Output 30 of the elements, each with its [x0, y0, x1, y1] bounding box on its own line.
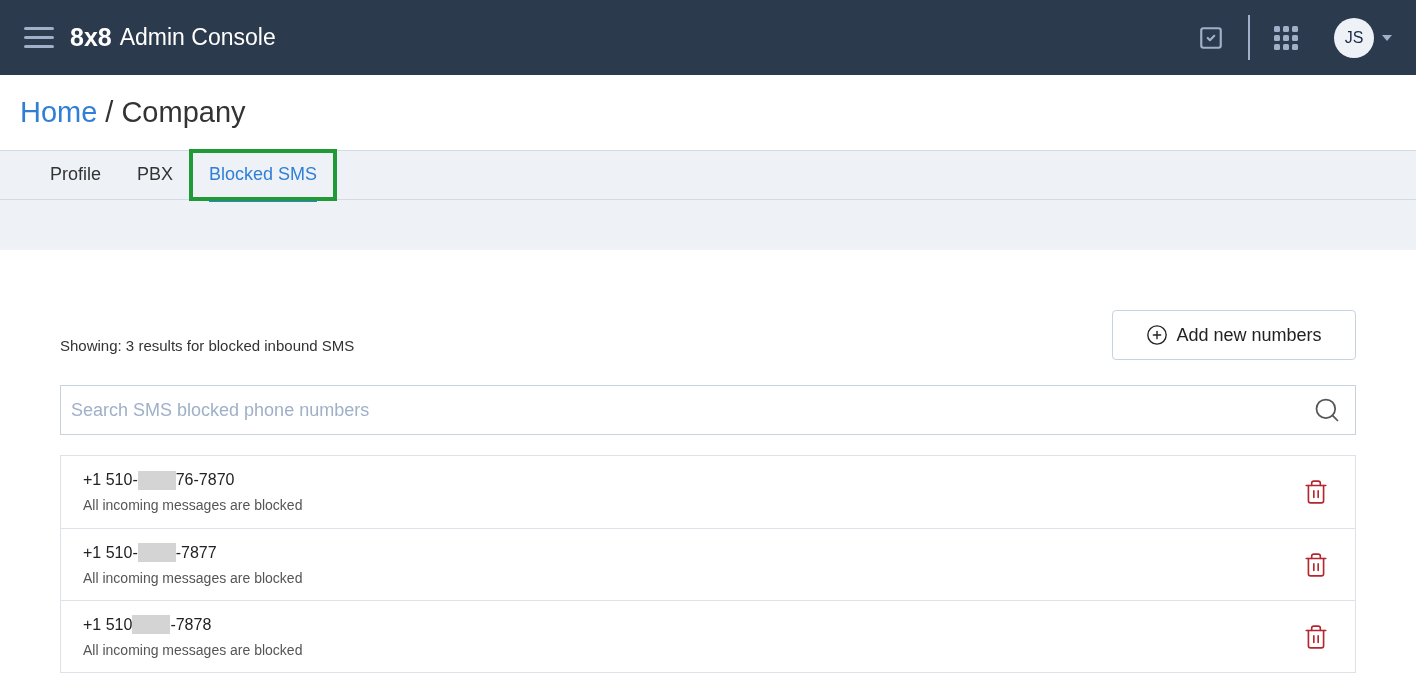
breadcrumb-link[interactable]: Home	[20, 90, 98, 135]
search-icon[interactable]	[1313, 396, 1341, 424]
phone-number-prefix: +1 510-	[83, 470, 138, 490]
app-title: Admin Console	[119, 23, 276, 53]
block-status: All incoming messages are blocked	[83, 568, 304, 588]
phone-number-suffix: -7878	[170, 614, 212, 635]
phone-number-prefix: +1 510-	[83, 542, 138, 563]
tab[interactable]: Profile	[32, 151, 120, 199]
delete-icon[interactable]	[1303, 550, 1329, 579]
phone-number-suffix: 76-7870	[175, 470, 235, 490]
breadcrumb-current: Company	[121, 94, 246, 130]
logo: 8x8	[70, 21, 112, 53]
add-numbers-button[interactable]: Add new numbers	[1112, 310, 1356, 360]
breadcrumb-separator: /	[105, 94, 114, 130]
phone-number-suffix: -7877	[175, 542, 217, 563]
search-field[interactable]: Search SMS blocked phone numbers	[60, 385, 1356, 435]
dropdown-caret-icon[interactable]	[1382, 34, 1392, 41]
user-avatar[interactable]: JS	[1334, 17, 1374, 58]
menu-icon[interactable]	[24, 27, 54, 48]
checkbox-icon[interactable]	[1198, 24, 1224, 51]
results-summary: Showing: 3 results for blocked inbound SMS	[60, 335, 355, 356]
block-status: All incoming messages are blocked	[83, 640, 304, 660]
block-status: All incoming messages are blocked	[83, 496, 304, 515]
apps-grid-icon[interactable]	[1274, 25, 1298, 50]
tab[interactable]: PBX	[119, 151, 192, 199]
delete-icon[interactable]	[1303, 478, 1329, 506]
tab[interactable]: Blocked SMS	[191, 151, 336, 199]
plus-icon	[1146, 324, 1169, 346]
phone-number-prefix: +1 510	[83, 614, 133, 635]
delete-icon[interactable]	[1303, 622, 1329, 651]
